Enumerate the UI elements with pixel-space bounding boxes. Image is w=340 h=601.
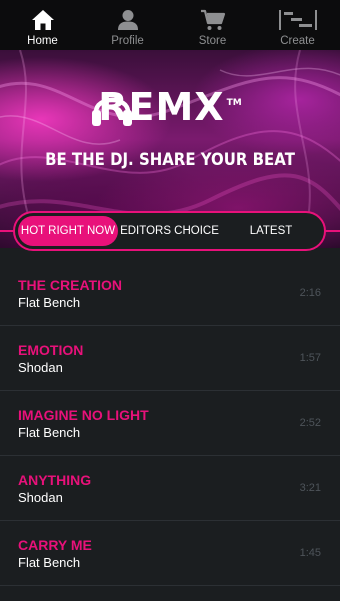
tab-editors-choice[interactable]: EDITORS CHOICE xyxy=(118,216,221,246)
nav-profile-label: Profile xyxy=(111,35,144,47)
nav-home-label: Home xyxy=(27,35,58,47)
track-artist: Flat Bench xyxy=(18,295,81,310)
track-list: THE CREATION Flat Bench 2:16 EMOTION Sho… xyxy=(0,261,340,586)
logo-trademark: TM xyxy=(226,98,242,108)
track-artist: Shodan xyxy=(18,360,63,375)
track-artist: Flat Bench xyxy=(18,555,81,570)
track-row[interactable]: EMOTION Shodan 1:57 xyxy=(0,326,340,391)
track-row[interactable]: THE CREATION Flat Bench 2:16 xyxy=(0,261,340,326)
nav-store-label: Store xyxy=(198,35,227,47)
nav-profile[interactable]: Profile xyxy=(85,0,170,50)
track-duration: 3:21 xyxy=(299,482,321,494)
track-title: EMOTION xyxy=(18,342,84,358)
track-title: CARRY ME xyxy=(18,537,92,553)
track-title: THE CREATION xyxy=(18,277,122,293)
nav-create-label: Create xyxy=(280,35,315,47)
home-icon xyxy=(31,5,55,31)
track-row[interactable]: ANYTHING Shodan 3:21 xyxy=(0,456,340,521)
feed-tabs: HOT RIGHT NOW EDITORS CHOICE LATEST xyxy=(13,211,326,251)
track-duration: 2:16 xyxy=(299,287,321,299)
tab-latest[interactable]: LATEST xyxy=(221,216,321,246)
create-icon xyxy=(278,5,317,31)
track-row[interactable]: CARRY ME Flat Bench 1:45 xyxy=(0,521,340,586)
track-row[interactable]: IMAGINE NO LIGHT Flat Bench 2:52 xyxy=(0,391,340,456)
track-duration: 1:57 xyxy=(299,352,321,364)
app-logo: REMX TM xyxy=(0,88,340,126)
track-artist: Flat Bench xyxy=(18,425,81,440)
nav-home[interactable]: Home xyxy=(0,0,85,50)
tab-hot-right-now[interactable]: HOT RIGHT NOW xyxy=(18,216,118,246)
track-duration: 1:45 xyxy=(299,547,321,559)
nav-store[interactable]: Store xyxy=(170,0,255,50)
track-title: IMAGINE NO LIGHT xyxy=(18,407,149,423)
tagline: BE THE DJ. SHARE YOUR BEAT xyxy=(45,150,295,170)
top-navigation: Home Profile Store Create xyxy=(0,0,340,50)
track-artist: Shodan xyxy=(18,490,63,505)
profile-icon xyxy=(117,5,139,31)
track-title: ANYTHING xyxy=(18,472,92,488)
nav-create[interactable]: Create xyxy=(255,0,340,50)
track-duration: 2:52 xyxy=(299,417,321,429)
logo-text: REMX xyxy=(98,85,225,129)
cart-icon xyxy=(200,5,226,31)
